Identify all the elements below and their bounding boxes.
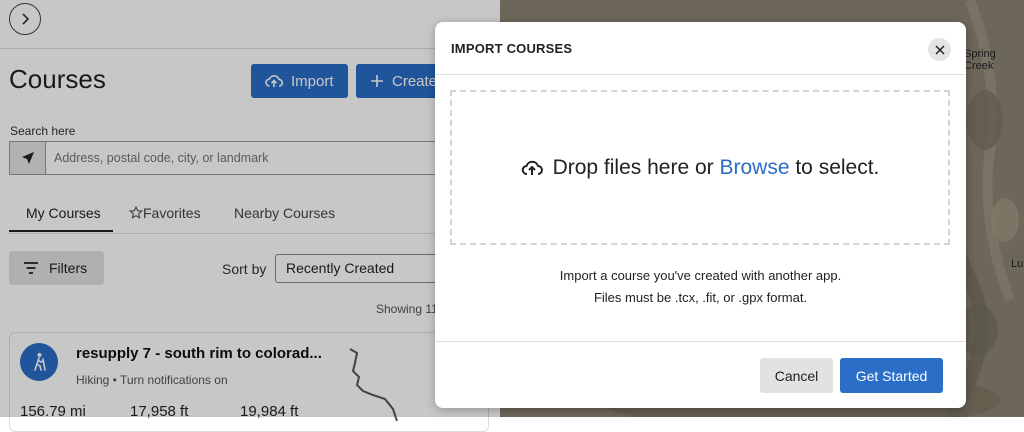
- cloud-upload-icon: [521, 160, 543, 175]
- help-text-line1: Import a course you've created with anot…: [559, 268, 842, 283]
- dialog-title: IMPORT COURSES: [451, 41, 573, 56]
- dialog-footer-divider: [435, 341, 966, 342]
- close-button[interactable]: [928, 38, 951, 61]
- file-dropzone[interactable]: Drop files here or Browse to select.: [450, 90, 950, 245]
- browse-link[interactable]: Browse: [719, 156, 789, 179]
- drop-text-after: to select.: [789, 155, 880, 179]
- drop-text: Drop files here or Browse to select.: [553, 156, 880, 180]
- help-text-line2: Files must be .tcx, .fit, or .gpx format…: [593, 290, 808, 305]
- close-icon: [934, 44, 945, 55]
- drop-text-before: Drop files here or: [552, 155, 720, 179]
- cancel-button[interactable]: Cancel: [760, 358, 833, 393]
- get-started-button[interactable]: Get Started: [840, 358, 943, 393]
- app: Courses Import Create Search here My Cou…: [0, 0, 1024, 432]
- dialog-header-divider: [435, 74, 966, 75]
- import-courses-dialog: IMPORT COURSES Drop files here or Browse…: [435, 22, 966, 408]
